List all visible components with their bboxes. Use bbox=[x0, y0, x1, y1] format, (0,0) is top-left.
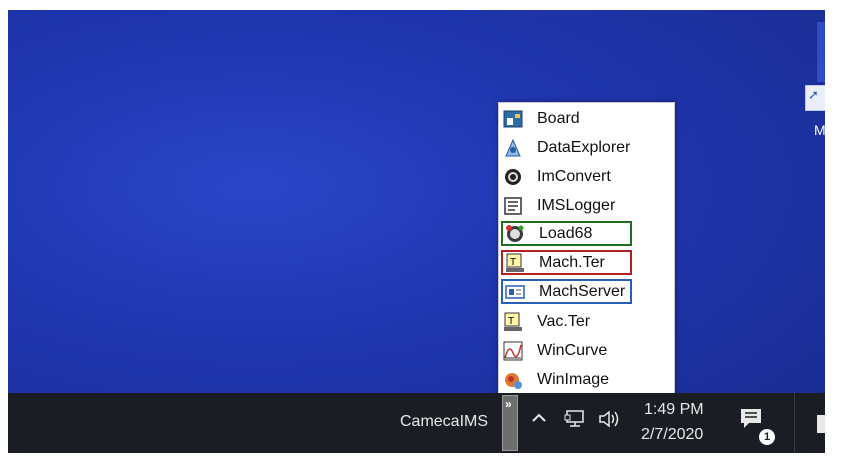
menu-item-dataexplorer[interactable]: DataExplorer bbox=[501, 135, 632, 160]
menu-item-label: Board bbox=[537, 109, 580, 127]
menu-item-machserver[interactable]: MachServer bbox=[501, 279, 632, 304]
svg-text:T: T bbox=[510, 257, 516, 268]
menu-item-wincurve[interactable]: WinCurve bbox=[501, 338, 632, 363]
clock-date[interactable]: 2/7/2020 bbox=[641, 426, 703, 444]
taskbar-app-label[interactable]: CamecaIMS bbox=[400, 413, 488, 431]
menu-item-label: ImConvert bbox=[537, 167, 611, 185]
svg-text:T: T bbox=[508, 316, 514, 327]
terminal-icon: T bbox=[502, 311, 524, 333]
server-icon bbox=[504, 281, 526, 303]
load68-icon bbox=[504, 223, 526, 245]
menu-item-machter[interactable]: T Mach.Ter bbox=[501, 250, 632, 275]
image-icon bbox=[502, 369, 524, 391]
chevron-up-icon[interactable] bbox=[530, 409, 548, 432]
menu-item-vacter[interactable]: T Vac.Ter bbox=[501, 309, 632, 334]
menu-item-label: IMSLogger bbox=[537, 196, 616, 214]
menu-item-winimage[interactable]: WinImage bbox=[501, 367, 632, 392]
menu-item-imslogger[interactable]: IMSLogger bbox=[501, 193, 632, 218]
speaker-icon[interactable] bbox=[598, 409, 622, 434]
curve-icon bbox=[502, 340, 524, 362]
desktop-shortcut-label: M bbox=[814, 122, 825, 138]
menu-item-label: Load68 bbox=[539, 224, 593, 242]
desktop-shortcut-icon[interactable]: ➚ bbox=[805, 85, 825, 111]
menu-item-load68[interactable]: Load68 bbox=[501, 221, 632, 246]
tray-expand-button[interactable]: » bbox=[502, 395, 518, 451]
menu-item-label: MachServer bbox=[539, 282, 626, 300]
menu-item-label: WinCurve bbox=[537, 341, 608, 359]
data-explorer-icon bbox=[502, 137, 524, 159]
menu-item-board[interactable]: Board bbox=[501, 106, 632, 131]
menu-item-imconvert[interactable]: ImConvert bbox=[501, 164, 632, 189]
tray-overflow-menu: Board DataExplorer ImConvert IMSLogger L bbox=[498, 102, 675, 396]
logger-icon bbox=[502, 195, 524, 217]
menu-item-label: Vac.Ter bbox=[537, 312, 591, 330]
shortcut-arrow-icon: ➚ bbox=[808, 87, 819, 102]
taskbar: CamecaIMS » 1:49 PM 2/7/2020 1 bbox=[8, 393, 825, 453]
double-chevron-icon: » bbox=[505, 397, 512, 411]
terminal-icon: T bbox=[504, 252, 526, 274]
clock-time[interactable]: 1:49 PM bbox=[644, 401, 704, 419]
menu-item-label: Mach.Ter bbox=[539, 253, 605, 271]
show-desktop-button[interactable] bbox=[817, 415, 825, 433]
imconvert-icon bbox=[502, 166, 524, 188]
window-edge bbox=[817, 22, 825, 82]
notification-badge: 1 bbox=[759, 429, 775, 445]
board-icon bbox=[502, 108, 524, 130]
menu-item-label: DataExplorer bbox=[537, 138, 631, 156]
menu-item-label: WinImage bbox=[537, 370, 610, 388]
desktop: ➚ M Board DataExplorer ImConvert IMSLogg… bbox=[8, 10, 825, 453]
network-icon[interactable] bbox=[564, 409, 586, 434]
taskbar-divider bbox=[794, 393, 795, 453]
